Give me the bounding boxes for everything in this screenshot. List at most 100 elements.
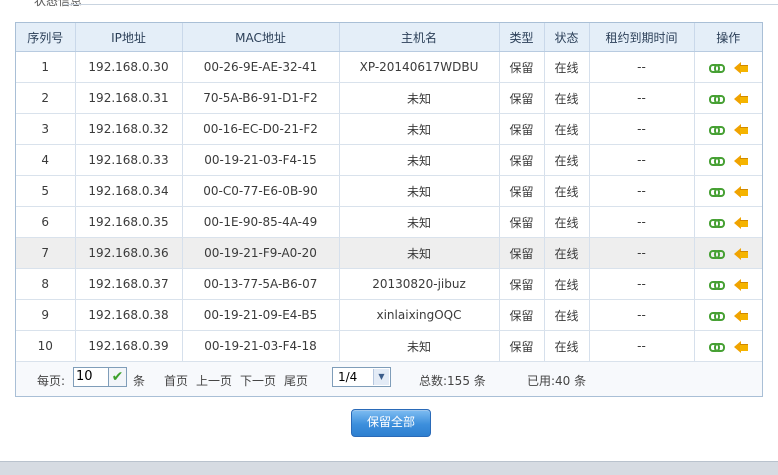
arrow-left-icon[interactable]	[733, 123, 748, 136]
row-actions	[708, 92, 748, 105]
cell-mac: 00-16-EC-D0-21-F2	[182, 113, 340, 145]
cell-ip: 192.168.0.35	[75, 206, 183, 238]
col-mac: MAC地址	[182, 23, 340, 52]
cell-expire: --	[589, 237, 695, 269]
page-select[interactable]: 1/4 ▼	[332, 367, 391, 387]
arrow-left-icon[interactable]	[733, 278, 748, 291]
link-icon[interactable]	[708, 218, 725, 228]
link-icon[interactable]	[708, 125, 725, 135]
cell-seq: 2	[16, 82, 76, 114]
cell-seq: 3	[16, 113, 76, 145]
table-row: 9 192.168.0.38 00-19-21-09-E4-B5 xinlaixing…	[16, 299, 762, 331]
per-page-label: 每页:	[37, 374, 66, 388]
reserve-all-button[interactable]: 保留全部	[351, 409, 431, 437]
row-actions	[708, 278, 748, 291]
cell-expire: --	[589, 299, 695, 331]
cell-ip: 192.168.0.36	[75, 237, 183, 269]
next-page-link[interactable]: 下一页	[240, 372, 276, 389]
cell-mac: 00-19-21-03-F4-15	[182, 144, 340, 176]
cell-ops	[694, 144, 762, 176]
top-strip: 状态信息	[0, 0, 778, 18]
cell-host: 未知	[339, 237, 500, 269]
cell-seq: 8	[16, 268, 76, 300]
cell-seq: 9	[16, 299, 76, 331]
arrow-left-icon[interactable]	[733, 340, 748, 353]
cell-mac: 00-13-77-5A-B6-07	[182, 268, 340, 300]
link-icon[interactable]	[708, 187, 725, 197]
cell-expire: --	[589, 268, 695, 300]
cell-host: 未知	[339, 82, 500, 114]
cell-expire: --	[589, 113, 695, 145]
arrow-left-icon[interactable]	[733, 309, 748, 322]
link-icon[interactable]	[708, 94, 725, 104]
total-count: 总数:155 条	[419, 374, 486, 388]
cell-mac: 00-19-21-03-F4-18	[182, 330, 340, 362]
first-page-link[interactable]: 首页	[164, 372, 188, 389]
cell-type: 保留	[499, 175, 545, 207]
link-icon[interactable]	[708, 156, 725, 166]
cell-host: 20130820-jibuz	[339, 268, 500, 300]
cell-status: 在线	[544, 51, 590, 83]
cell-type: 保留	[499, 82, 545, 114]
cell-type: 保留	[499, 206, 545, 238]
per-page-confirm-icon[interactable]: ✔	[109, 367, 127, 387]
link-icon[interactable]	[708, 63, 725, 73]
chevron-down-icon[interactable]: ▼	[373, 369, 389, 385]
row-actions	[708, 61, 748, 74]
table-row: 4 192.168.0.33 00-19-21-03-F4-15 未知 保留 在线 --	[16, 144, 762, 176]
cell-mac: 00-19-21-F9-A0-20	[182, 237, 340, 269]
cell-type: 保留	[499, 299, 545, 331]
cell-status: 在线	[544, 237, 590, 269]
cell-ops	[694, 206, 762, 238]
dhcp-client-panel: 序列号 IP地址 MAC地址 主机名 类型 状态 租约到期时间 操作 1 192.…	[15, 22, 763, 397]
cell-type: 保留	[499, 144, 545, 176]
per-page-input[interactable]: 10	[73, 367, 109, 387]
table-row: 7 192.168.0.36 00-19-21-F9-A0-20 未知 保留 在线 --	[16, 237, 762, 269]
row-actions	[708, 247, 748, 260]
cell-mac: 00-26-9E-AE-32-41	[182, 51, 340, 83]
cell-host: XP-20140617WDBU	[339, 51, 500, 83]
cell-seq: 10	[16, 330, 76, 362]
row-actions	[708, 123, 748, 136]
cell-ops	[694, 237, 762, 269]
cell-ops	[694, 82, 762, 114]
cell-mac: 70-5A-B6-91-D1-F2	[182, 82, 340, 114]
table-row: 10 192.168.0.39 00-19-21-03-F4-18 未知 保留 在线 --	[16, 330, 762, 362]
cell-expire: --	[589, 51, 695, 83]
table-row: 3 192.168.0.32 00-16-EC-D0-21-F2 未知 保留 在线 --	[16, 113, 762, 145]
cell-mac: 00-1E-90-85-4A-49	[182, 206, 340, 238]
cell-ip: 192.168.0.31	[75, 82, 183, 114]
arrow-left-icon[interactable]	[733, 216, 748, 229]
link-icon[interactable]	[708, 249, 725, 259]
col-expire: 租约到期时间	[589, 23, 695, 52]
cell-status: 在线	[544, 206, 590, 238]
arrow-left-icon[interactable]	[733, 92, 748, 105]
cell-type: 保留	[499, 113, 545, 145]
prev-page-link[interactable]: 上一页	[196, 372, 232, 389]
arrow-left-icon[interactable]	[733, 247, 748, 260]
last-page-link[interactable]: 尾页	[284, 372, 308, 389]
arrow-left-icon[interactable]	[733, 61, 748, 74]
col-type: 类型	[499, 23, 545, 52]
cell-ip: 192.168.0.30	[75, 51, 183, 83]
link-icon[interactable]	[708, 311, 725, 321]
link-icon[interactable]	[708, 280, 725, 290]
cell-expire: --	[589, 82, 695, 114]
cell-status: 在线	[544, 113, 590, 145]
arrow-left-icon[interactable]	[733, 154, 748, 167]
cell-expire: --	[589, 144, 695, 176]
link-icon[interactable]	[708, 342, 725, 352]
col-host: 主机名	[339, 23, 500, 52]
row-actions	[708, 340, 748, 353]
cell-ops	[694, 51, 762, 83]
arrow-left-icon[interactable]	[733, 185, 748, 198]
col-seq: 序列号	[16, 23, 76, 52]
cell-status: 在线	[544, 82, 590, 114]
cell-seq: 6	[16, 206, 76, 238]
row-actions	[708, 185, 748, 198]
cell-expire: --	[589, 330, 695, 362]
row-actions	[708, 216, 748, 229]
cell-ip: 192.168.0.33	[75, 144, 183, 176]
cell-ip: 192.168.0.39	[75, 330, 183, 362]
section-rule	[64, 4, 778, 5]
